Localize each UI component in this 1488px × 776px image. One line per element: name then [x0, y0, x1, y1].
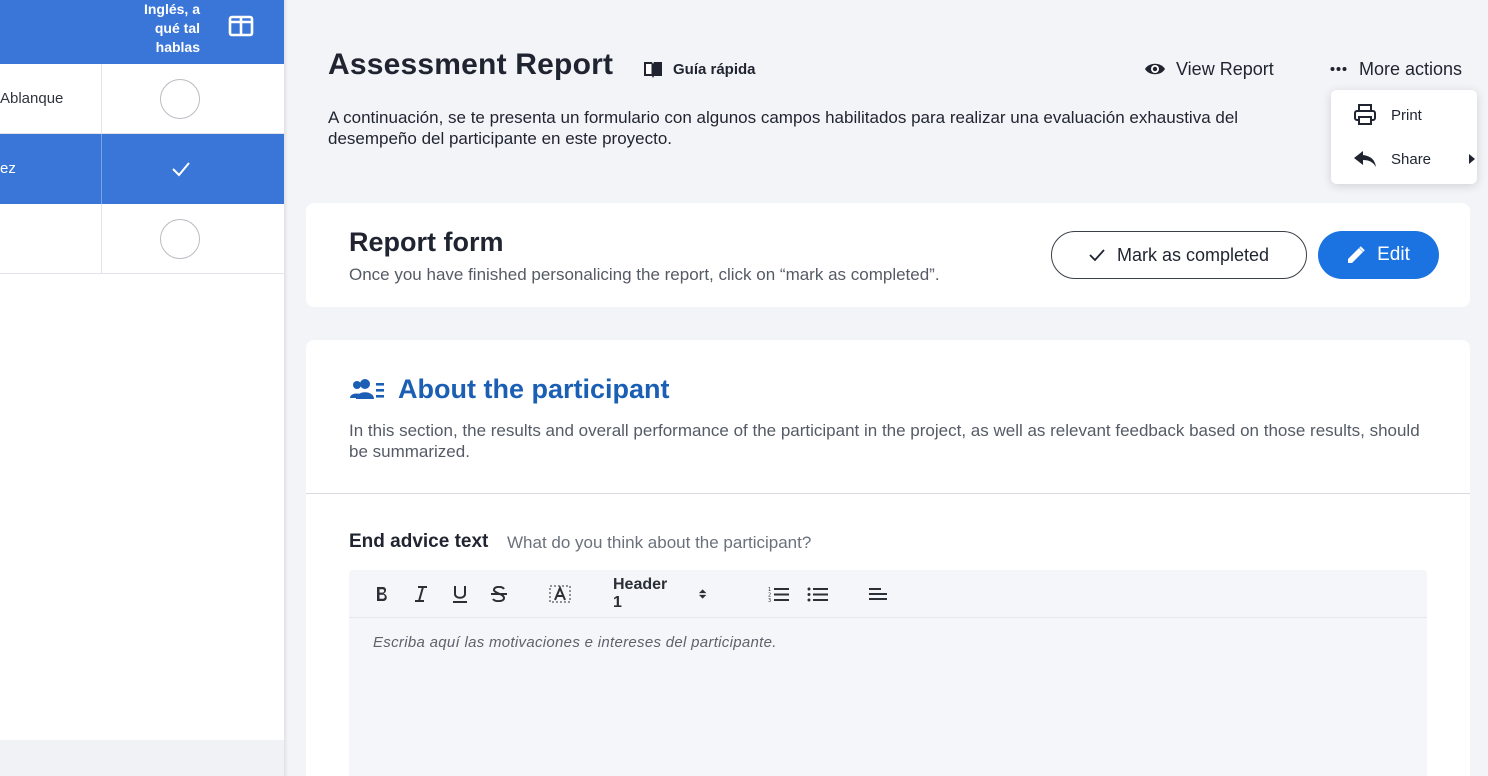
- checkmark-icon[interactable]: [171, 160, 191, 178]
- edit-button[interactable]: Edit: [1318, 231, 1439, 279]
- panel-divider: [284, 0, 288, 776]
- mark-as-completed-label: Mark as completed: [1116, 244, 1270, 265]
- about-participant-card: About the participant In this section, t…: [306, 340, 1470, 776]
- participant-name: [0, 204, 102, 274]
- printer-icon: [1354, 104, 1376, 125]
- share-label: Share: [1391, 150, 1432, 168]
- select-arrows-icon: [698, 589, 707, 599]
- check-icon: [1089, 249, 1105, 261]
- table-cell[interactable]: [103, 134, 284, 204]
- report-form-title: Report form: [349, 227, 504, 257]
- svg-text:3: 3: [768, 598, 771, 602]
- align-left-icon[interactable]: [866, 582, 890, 606]
- column-header-label: Inglés, a qué tal hablas: [143, 1, 200, 55]
- table-cell[interactable]: [103, 64, 284, 134]
- bullet-list-icon[interactable]: [806, 582, 830, 606]
- table-row[interactable]: [0, 204, 284, 274]
- end-advice-hint: What do you think about the participant?: [507, 533, 812, 552]
- submenu-arrow-icon: [1469, 154, 1475, 164]
- participants-table: Inglés, a qué tal hablas Ablanque ez: [0, 0, 284, 776]
- more-actions-menu: Print Share: [1331, 90, 1477, 184]
- quick-guide-link[interactable]: Guía rápida: [642, 58, 756, 80]
- ordered-list-icon[interactable]: 123: [767, 582, 791, 606]
- section-divider: [306, 493, 1470, 494]
- editor-toolbar: Header 1 123: [349, 570, 1427, 618]
- editor-placeholder[interactable]: Escriba aquí las motivaciones e interese…: [373, 634, 777, 651]
- italic-icon[interactable]: [410, 582, 432, 606]
- table-header: Inglés, a qué tal hablas: [0, 0, 284, 64]
- text-color-icon[interactable]: [547, 582, 573, 606]
- page-title: Assessment Report: [328, 48, 614, 81]
- section-description: In this section, the results and overall…: [349, 421, 1420, 461]
- more-dots-icon: [1330, 67, 1347, 71]
- mark-as-completed-button[interactable]: Mark as completed: [1051, 231, 1307, 279]
- header-select-value: Header 1: [613, 576, 668, 611]
- menu-item-share[interactable]: Share: [1353, 146, 1477, 172]
- more-actions-label: More actions: [1359, 58, 1463, 79]
- print-label: Print: [1391, 106, 1422, 124]
- end-advice-label: End advice text: [349, 531, 489, 552]
- view-report-button[interactable]: View Report: [1144, 56, 1274, 82]
- table-footer: [0, 740, 284, 776]
- bold-icon[interactable]: [371, 582, 393, 606]
- view-report-label: View Report: [1176, 58, 1274, 79]
- participants-icon: [350, 379, 384, 399]
- strikethrough-icon[interactable]: [488, 582, 510, 606]
- table-row[interactable]: Ablanque: [0, 64, 284, 134]
- share-reply-icon: [1354, 151, 1376, 167]
- header-select[interactable]: Header 1: [613, 576, 707, 611]
- table-row-selected[interactable]: ez: [0, 134, 284, 204]
- report-form-subtitle: Once you have finished personalicing the…: [349, 265, 940, 284]
- book-icon: [644, 62, 662, 78]
- rich-text-editor[interactable]: Header 1 123 Escriba aquí las motivacion…: [349, 570, 1427, 776]
- participant-name: ez: [0, 134, 102, 204]
- participant-name: Ablanque: [0, 64, 102, 134]
- edit-label: Edit: [1377, 244, 1410, 265]
- menu-item-print[interactable]: Print: [1353, 102, 1422, 128]
- pencil-icon: [1348, 246, 1365, 263]
- report-form-card: Report form Once you have finished perso…: [306, 203, 1470, 307]
- radio-unchecked[interactable]: [160, 219, 200, 259]
- columns-icon[interactable]: [228, 14, 254, 38]
- quick-guide-label: Guía rápida: [673, 60, 756, 78]
- eye-icon: [1145, 63, 1165, 75]
- radio-unchecked[interactable]: [160, 79, 200, 119]
- more-actions-button[interactable]: More actions: [1330, 56, 1462, 82]
- table-cell[interactable]: [103, 204, 284, 274]
- intro-text: A continuación, se te presenta un formul…: [328, 108, 1239, 148]
- underline-icon[interactable]: [449, 582, 471, 606]
- section-title: About the participant: [398, 374, 670, 404]
